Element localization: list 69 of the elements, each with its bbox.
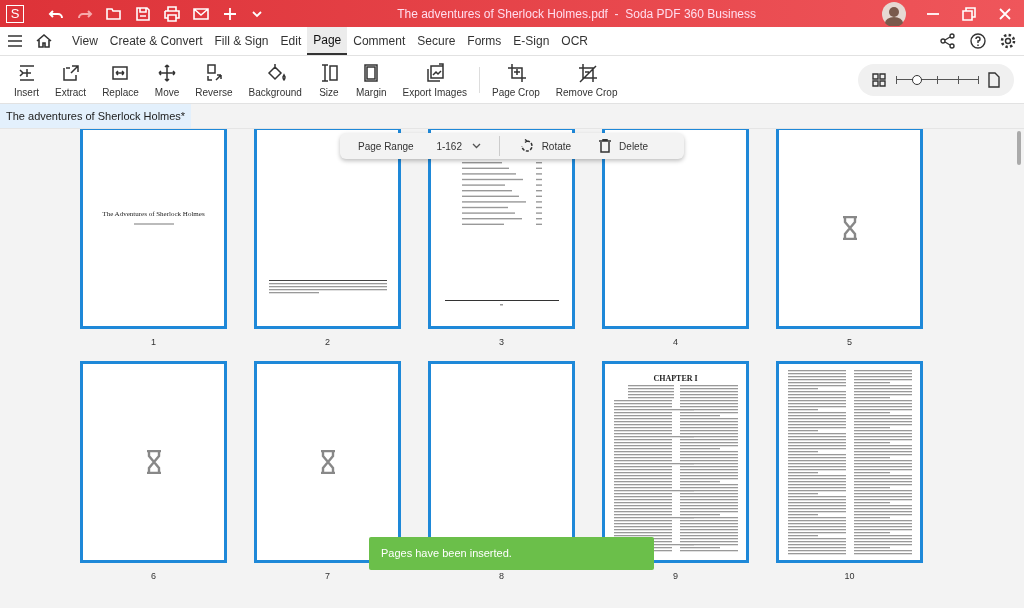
menu-tab[interactable]: Create & Convert [103, 27, 209, 55]
toolbar-button[interactable]: Margin [347, 59, 395, 100]
menu-tab[interactable]: Page [307, 27, 348, 55]
app-logo: S [6, 4, 24, 23]
menu-tab[interactable]: E-Sign [507, 27, 556, 55]
menu-tab[interactable]: Fill & Sign [208, 27, 275, 55]
home-icon[interactable] [36, 33, 52, 49]
toolbar-button[interactable]: Size [309, 59, 348, 100]
page-thumbnail[interactable]: CHAPTER I [602, 361, 749, 563]
settings-icon[interactable] [1000, 33, 1016, 49]
page-thumbnail[interactable] [80, 361, 227, 563]
menu-tab[interactable]: Comment [347, 27, 412, 55]
chapter-heading: CHAPTER I [653, 374, 698, 383]
folder-icon[interactable] [106, 5, 122, 22]
rotate-icon [519, 139, 534, 153]
toolbar-button[interactable]: Move [146, 59, 188, 100]
menu-tab[interactable]: Edit [274, 27, 308, 55]
page-number: 5 [847, 337, 852, 347]
hourglass-icon [841, 216, 858, 240]
menu-tab[interactable]: View [66, 27, 104, 55]
page-number: 10 [844, 571, 855, 581]
author-line-drawing [133, 223, 174, 226]
grid-view-icon[interactable] [872, 72, 886, 87]
toolbar-button[interactable]: Remove Crop [547, 59, 626, 100]
page-thumbnail[interactable] [776, 129, 923, 329]
close-icon[interactable] [998, 6, 1012, 21]
toolbar-button[interactable]: Page Crop [484, 59, 548, 100]
document-tab[interactable]: The adventures of Sherlock Holmes* [0, 104, 192, 128]
save-icon[interactable] [135, 5, 151, 22]
restore-icon[interactable] [962, 6, 976, 21]
page-number: 6 [151, 571, 156, 581]
menu-icon[interactable] [8, 35, 22, 47]
print-icon[interactable] [164, 5, 180, 22]
menu-tab[interactable]: Secure [411, 27, 462, 55]
page-number: 3 [499, 337, 504, 347]
page-number: 8 [499, 571, 504, 581]
move-icon [156, 61, 179, 84]
window-title: The adventures of Sherlock Holmes.pdf - Soda PDF 360 Business [396, 6, 757, 21]
status-toast: Pages have been inserted. [369, 537, 654, 570]
menu-tab[interactable]: Forms [461, 27, 508, 55]
page-view-icon[interactable] [988, 71, 1000, 88]
page-thumbnail[interactable] [776, 361, 923, 563]
delete-button[interactable]: Delete [593, 138, 654, 154]
page-number: 9 [673, 571, 678, 581]
scrollbar-thumb[interactable] [1017, 131, 1021, 165]
page-thumbnail[interactable] [602, 129, 749, 329]
page-range-label: Page Range [358, 140, 415, 152]
page-range-dropdown[interactable]: 1-162 [430, 139, 487, 153]
page-number: 7 [325, 571, 330, 581]
toolbar-button[interactable]: Insert [6, 59, 47, 100]
mail-icon[interactable] [193, 5, 209, 22]
chevron-down-icon [472, 143, 481, 149]
page-number: 1 [151, 337, 156, 347]
help-icon[interactable] [970, 33, 986, 49]
page-number: 4 [673, 337, 678, 347]
hourglass-icon [319, 450, 336, 474]
rotate-button[interactable]: Rotate [513, 138, 578, 154]
page-number: 2 [325, 337, 330, 347]
menu-tab[interactable]: OCR [555, 27, 594, 55]
toolbar-button[interactable]: Reverse [187, 59, 241, 100]
toolbar-button[interactable]: Background [240, 59, 310, 100]
toolbar-button[interactable]: Replace [94, 59, 147, 100]
share-icon[interactable] [940, 33, 956, 49]
plus-icon[interactable] [222, 5, 238, 22]
trash-icon [599, 139, 612, 153]
avatar-icon[interactable] [882, 1, 906, 26]
hourglass-icon [145, 450, 162, 474]
toolbar-button[interactable]: Extract [47, 59, 95, 100]
toolbar-button[interactable]: Export Images [394, 59, 475, 100]
